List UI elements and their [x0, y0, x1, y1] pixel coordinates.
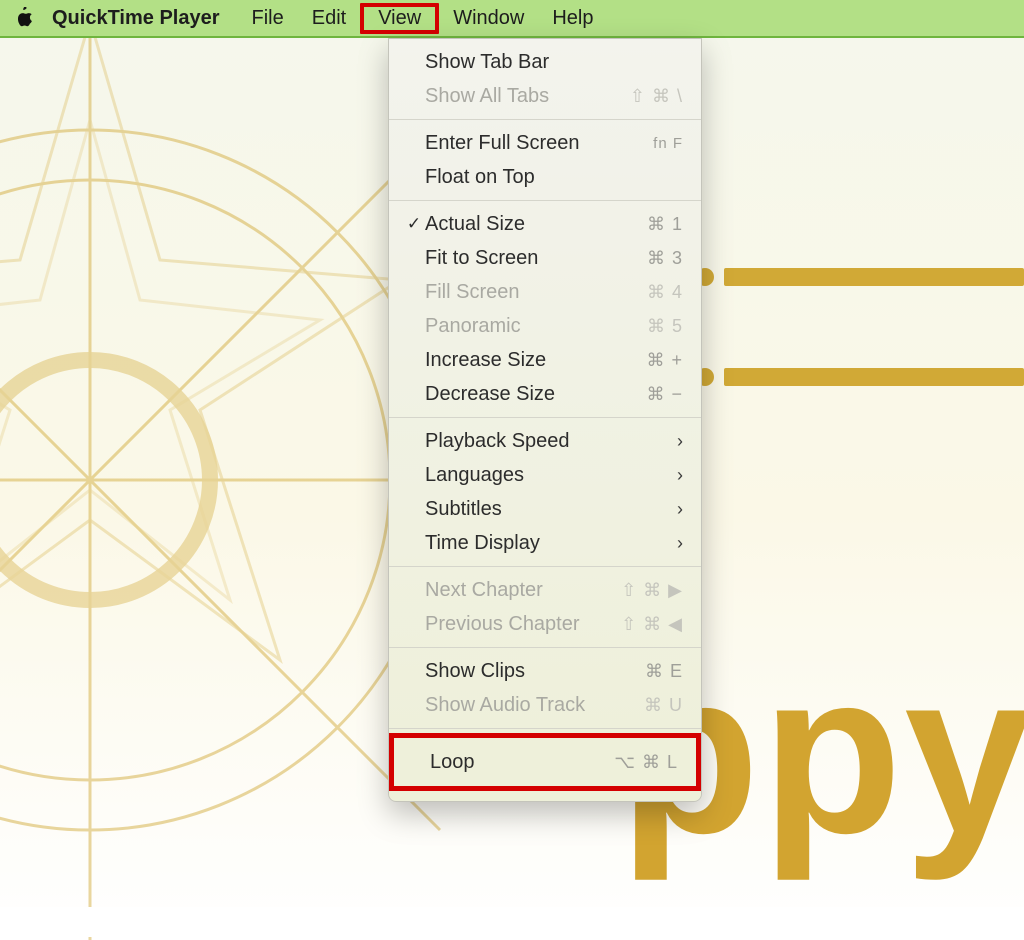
menu-fit-to-screen[interactable]: Fit to Screen ⌘ 3 [389, 241, 701, 275]
label: Actual Size [425, 213, 647, 236]
menu-show-all-tabs: Show All Tabs ⇧ ⌘ \ [389, 79, 701, 113]
separator [389, 566, 701, 567]
menubar: QuickTime Player File Edit View Window H… [0, 0, 1024, 38]
menu-loop[interactable]: Loop ⌥ ⌘ L [389, 733, 701, 791]
label: Enter Full Screen [425, 132, 653, 155]
menu-show-clips[interactable]: Show Clips ⌘ E [389, 654, 701, 688]
menu-increase-size[interactable]: Increase Size ⌘ + [389, 343, 701, 377]
menu-time-display[interactable]: Time Display › [389, 526, 701, 560]
label: Playback Speed [425, 430, 667, 453]
label: Show Clips [425, 660, 645, 683]
menu-show-tab-bar[interactable]: Show Tab Bar [389, 45, 701, 79]
label: Subtitles [425, 498, 667, 521]
shortcut: ⌘ − [646, 384, 683, 405]
label: Previous Chapter [425, 613, 621, 636]
shortcut: ⌘ 1 [647, 214, 683, 235]
label: Fit to Screen [425, 247, 647, 270]
label: Languages [425, 464, 667, 487]
menu-window[interactable]: Window [439, 3, 538, 34]
label: Loop [430, 751, 614, 774]
separator [389, 119, 701, 120]
bg-letter-c: c [1020, 40, 1024, 363]
label: Show Tab Bar [425, 51, 683, 74]
apple-logo-icon [13, 7, 33, 29]
menu-subtitles[interactable]: Subtitles › [389, 492, 701, 526]
label: Show All Tabs [425, 85, 630, 108]
label: Fill Screen [425, 281, 647, 304]
shortcut: ⌘ + [646, 350, 683, 371]
shortcut: ⌘ E [645, 661, 683, 682]
menu-playback-speed[interactable]: Playback Speed › [389, 424, 701, 458]
menu-languages[interactable]: Languages › [389, 458, 701, 492]
shortcut: ⌥ ⌘ L [614, 752, 678, 773]
label: Time Display [425, 532, 667, 555]
apple-menu[interactable] [8, 7, 38, 29]
shortcut: ⇧ ⌘ \ [630, 86, 683, 107]
label: Panoramic [425, 315, 647, 338]
menu-edit[interactable]: Edit [298, 3, 360, 34]
menu-actual-size[interactable]: ✓ Actual Size ⌘ 1 [389, 207, 701, 241]
chevron-right-icon: › [667, 499, 683, 520]
label: Next Chapter [425, 579, 621, 602]
menu-previous-chapter: Previous Chapter ⇧ ⌘ ◀ [389, 607, 701, 641]
shortcut: ⇧ ⌘ ▶ [621, 580, 683, 601]
separator [389, 417, 701, 418]
shortcut: ⇧ ⌘ ◀ [621, 614, 683, 635]
app-name[interactable]: QuickTime Player [38, 3, 238, 34]
shortcut: fn F [653, 135, 683, 152]
shortcut: ⌘ 5 [647, 316, 683, 337]
view-dropdown: Show Tab Bar Show All Tabs ⇧ ⌘ \ Enter F… [388, 38, 702, 802]
shortcut: ⌘ 4 [647, 282, 683, 303]
menu-enter-full-screen[interactable]: Enter Full Screen fn F [389, 126, 701, 160]
menu-decrease-size[interactable]: Decrease Size ⌘ − [389, 377, 701, 411]
menu-next-chapter: Next Chapter ⇧ ⌘ ▶ [389, 573, 701, 607]
separator [389, 647, 701, 648]
menu-help[interactable]: Help [538, 3, 607, 34]
menu-float-on-top[interactable]: Float on Top [389, 160, 701, 194]
shortcut: ⌘ 3 [647, 248, 683, 269]
menu-show-audio-track: Show Audio Track ⌘ U [389, 688, 701, 722]
menu-fill-screen: Fill Screen ⌘ 4 [389, 275, 701, 309]
check-icon: ✓ [403, 214, 425, 234]
gold-bar-1 [724, 268, 1024, 286]
label: Float on Top [425, 166, 683, 189]
separator [389, 200, 701, 201]
chevron-right-icon: › [667, 431, 683, 452]
chevron-right-icon: › [667, 465, 683, 486]
menu-panoramic: Panoramic ⌘ 5 [389, 309, 701, 343]
chevron-right-icon: › [667, 533, 683, 554]
shortcut: ⌘ U [644, 695, 683, 716]
gold-bar-2 [724, 368, 1024, 386]
bottom-bar [0, 907, 1024, 937]
menu-file[interactable]: File [238, 3, 298, 34]
label: Increase Size [425, 349, 646, 372]
label: Show Audio Track [425, 694, 644, 717]
label: Decrease Size [425, 383, 646, 406]
separator [389, 728, 701, 729]
menu-view[interactable]: View [360, 3, 439, 34]
